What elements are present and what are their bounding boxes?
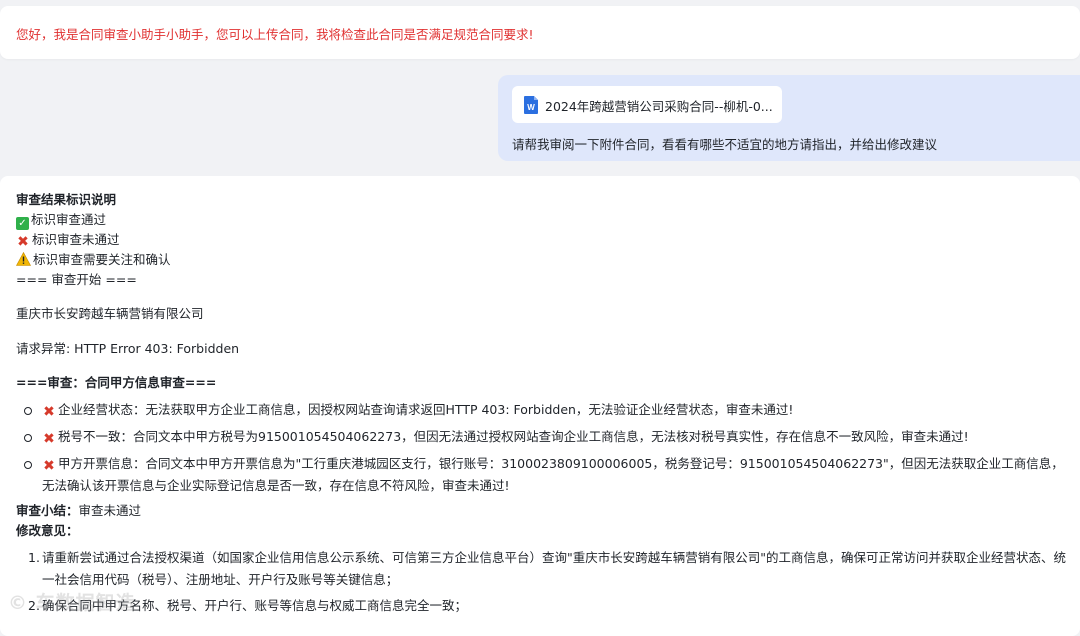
word-doc-icon: W xyxy=(524,96,538,114)
legend-pass-text: 标识审查通过 xyxy=(31,212,107,227)
review-result-card: 审查结果标识说明 ✓ 标识审查通过 ✖ 标识审查未通过 标识审查需要关注和确认 ==… xyxy=(0,176,1080,636)
review-item: ✖ 甲方开票信息：合同文本中甲方开票信息为"工行重庆港城园区支行，银行账号：310… xyxy=(42,456,1064,493)
summary-value: 审查未通过 xyxy=(78,503,142,518)
legend-pass-row: ✓ 标识审查通过 xyxy=(16,211,106,230)
summary-label: 审查小结： xyxy=(16,503,79,518)
attached-file-name: 2024年跨越营销公司采购合同--柳机-0... xyxy=(545,99,773,114)
assistant-greeting-text: 您好，我是合同审查小助手小助手，您可以上传合同，我将检查此合同是否满足规范合同要… xyxy=(16,27,534,42)
advice-item: 请重新尝试通过合法授权渠道（如国家企业信用信息公示系统、可信第三方企业信息平台）… xyxy=(42,550,1067,587)
attached-file-chip[interactable]: W 2024年跨越营销公司采购合同--柳机-0... xyxy=(512,86,782,123)
user-message-bubble: W 2024年跨越营销公司采购合同--柳机-0... 请帮我审阅一下附件合同，看… xyxy=(498,75,1080,161)
assistant-greeting-card: 您好，我是合同审查小助手小助手，您可以上传合同，我将检查此合同是否满足规范合同要… xyxy=(0,6,1080,59)
check-mark-icon: ✓ xyxy=(16,217,29,230)
company-name: 重庆市长安跨越车辆营销有限公司 xyxy=(16,306,204,321)
bullet-marker xyxy=(24,434,32,442)
legend-warn-text: 标识审查需要关注和确认 xyxy=(33,252,171,267)
review-item: ✖ 税号不一致：合同文本中甲方税号为915001054504062273，但因无法… xyxy=(43,429,969,447)
legend-warn-row: 标识审查需要关注和确认 xyxy=(16,251,171,269)
cross-mark-icon: ✖ xyxy=(43,404,55,420)
bullet-marker xyxy=(24,407,32,415)
request-error: 请求异常: HTTP Error 403: Forbidden xyxy=(16,341,240,356)
advice-number: 1. xyxy=(28,550,40,565)
summary-row: 审查小结：审查未通过 xyxy=(16,502,141,520)
svg-text:W: W xyxy=(527,103,535,112)
legend-fail-text: 标识审查未通过 xyxy=(32,232,120,247)
advice-label: 修改意见： xyxy=(16,523,79,538)
cross-mark-icon: ✖ xyxy=(43,431,55,447)
cross-mark-icon: ✖ xyxy=(17,234,29,250)
legend-title: 审查结果标识说明 xyxy=(16,192,117,207)
bullet-marker xyxy=(24,461,32,469)
warning-icon xyxy=(16,252,31,266)
legend-fail-row: ✖ 标识审查未通过 xyxy=(16,231,120,250)
advice-item: 确保合同中甲方名称、税号、开户行、账号等信息与权威工商信息完全一致； xyxy=(42,598,468,613)
review-item: ✖ 企业经营状态：无法获取甲方企业工商信息，因授权网站查询请求返回HTTP 403… xyxy=(43,402,794,420)
user-message-text: 请帮我审阅一下附件合同，看看有哪些不适宜的地方请指出，并给出修改建议 xyxy=(512,137,938,152)
section-title: ===审查：合同甲方信息审查=== xyxy=(16,375,217,390)
watermark: © 车数据智造 xyxy=(8,592,136,614)
cross-mark-icon: ✖ xyxy=(43,458,55,474)
review-start-marker: === 审查开始 === xyxy=(16,272,137,287)
